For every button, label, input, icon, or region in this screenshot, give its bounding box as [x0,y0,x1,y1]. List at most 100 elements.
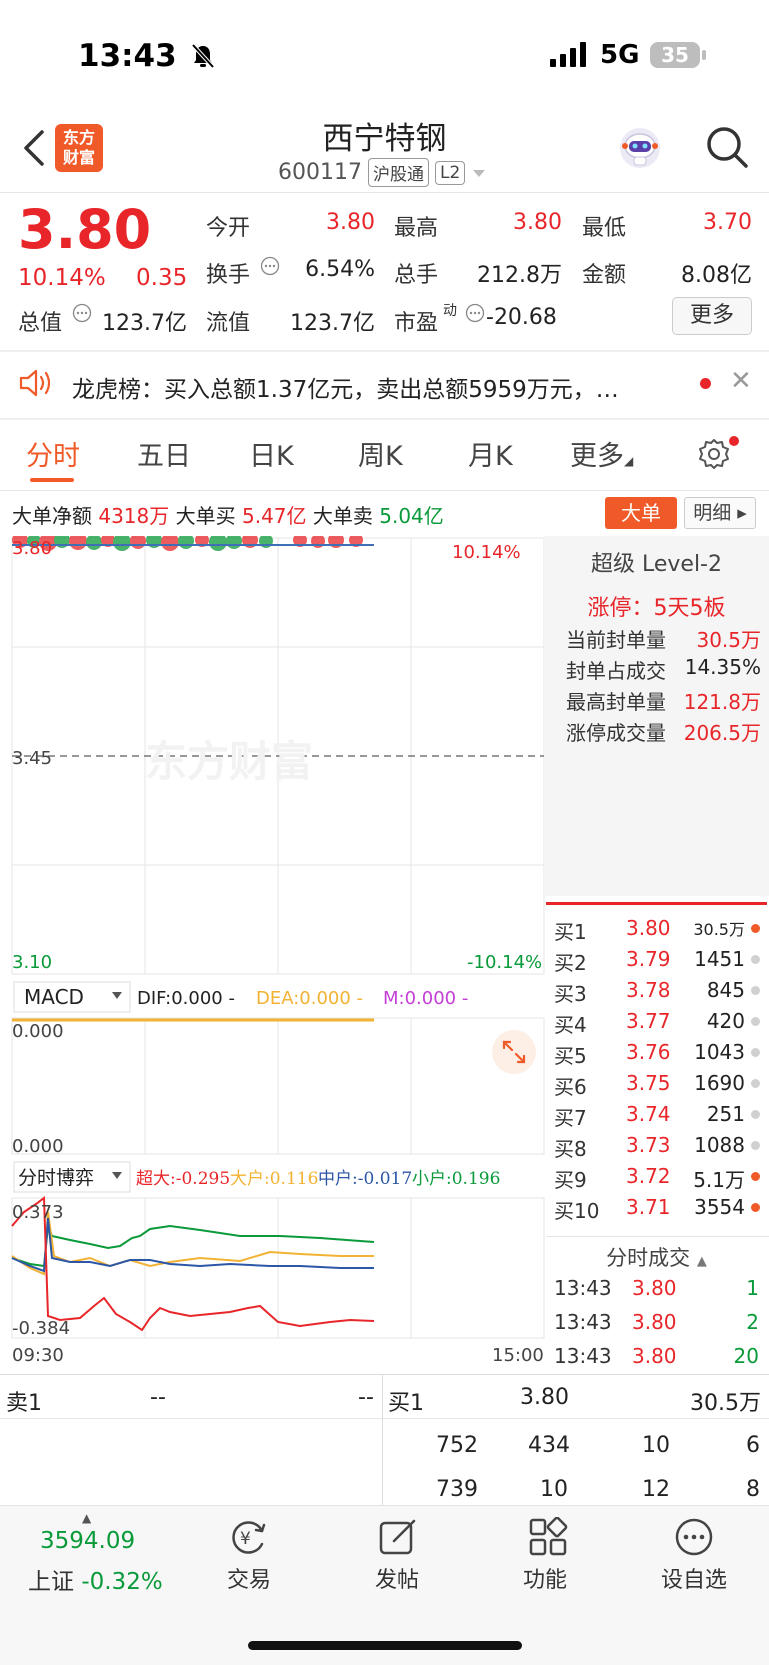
function-grid-icon[interactable] [528,1517,568,1557]
l2-row-label: 涨停成交量 [566,721,666,745]
tab-intraday[interactable]: 分时 [26,434,80,473]
bid-label: 买6 [554,1075,587,1099]
info-dots-icon[interactable] [260,256,280,276]
bid-volume: 1451 [694,947,745,971]
tab-five-day[interactable]: 五日 [137,434,191,473]
big-order-button[interactable]: 大单 [605,497,677,529]
bid-label: 买5 [554,1044,587,1068]
pe-label: 市盈 [394,311,439,336]
volume-label: 总手 [394,263,439,288]
turnover-value: 6.54% [305,257,375,282]
bid-label: 买3 [554,982,587,1006]
bid-price: 3.73 [626,1133,671,1157]
ask1-price: -- [150,1385,166,1410]
queue-order: 6 [746,1433,760,1458]
game-bottom-label: -0.384 [12,1318,70,1339]
order-dot [751,1079,760,1088]
nav-watchlist[interactable]: 设自选 [649,1562,739,1594]
unread-dot [700,378,711,389]
info-dots-icon[interactable] [72,303,92,323]
bid-label: 买9 [554,1168,587,1192]
game-large: 大户:0.116 [230,1169,318,1189]
l2-row-label: 最高封单量 [566,690,666,714]
order-dot [751,1172,760,1181]
queue-order: 8 [746,1477,760,1502]
big-order-summary: 大单净额 4318万 大单买 5.47亿 大单卖 5.04亿 [12,504,444,528]
bid-volume: 1043 [694,1040,745,1064]
silent-bell-icon [191,43,215,69]
bid-price: 3.78 [626,978,671,1002]
order-dot [751,986,760,995]
bid-label: 买8 [554,1137,587,1161]
compose-icon[interactable] [378,1517,418,1557]
trade-time: 13:43 [554,1344,612,1368]
level-tag: L2 [434,160,466,185]
close-icon[interactable]: ✕ [730,366,752,396]
queue-order: 10 [642,1433,670,1458]
trade-price: 3.80 [632,1310,677,1334]
bid-volume: 845 [706,978,745,1002]
level2-title: 超级 Level-2 [590,552,722,577]
nav-function[interactable]: 功能 [500,1562,590,1594]
l2-row-value: 14.35% [684,655,761,679]
index-ticker[interactable]: 上证 -0.32% [28,1562,163,1596]
l2-row-label: 封单占成交 [566,659,666,683]
pct-top-label: 10.14% [452,542,521,563]
bid-price: 3.75 [626,1071,671,1095]
l2-row-value: 206.5万 [683,721,761,745]
nav-trade[interactable]: 交易 [204,1562,294,1594]
index-value[interactable]: 3594.09 [40,1528,135,1554]
time-end-label: 15:00 [492,1345,544,1366]
trade-icon[interactable]: ¥ [228,1517,270,1557]
bid-price: 3.76 [626,1040,671,1064]
tab-monthly-k[interactable]: 月K [468,434,513,473]
bid-label: 买1 [554,920,587,944]
bid-volume: 251 [706,1102,745,1126]
bid1-label: 买1 [388,1391,424,1416]
bid-price: 3.74 [626,1102,671,1126]
tab-daily-k[interactable]: 日K [249,434,294,473]
detail-button[interactable]: 明细 ▸ [684,497,756,529]
bid1-volume: 30.5万 [690,1391,761,1416]
bid-price: 3.80 [626,916,671,940]
game-selector: 分时博弈 [18,1167,94,1189]
amount-value: 8.08亿 [681,263,752,288]
l2-row-value: 30.5万 [696,628,761,652]
price-mid-label: 3.45 [12,748,52,769]
news-ticker[interactable]: 龙虎榜：买入总额1.37亿元，卖出总额5959万元，… [72,370,682,404]
bid-label: 买7 [554,1106,587,1130]
tab-more[interactable]: 更多◢ [570,434,633,473]
assistant-robot-icon[interactable] [616,124,664,172]
macd-dif: DIF:0.000 - [137,988,235,1009]
settings-gear-icon[interactable] [697,437,731,471]
network-type: 5G [600,40,640,70]
order-dot [751,1048,760,1057]
float-value: 123.7亿 [290,311,375,336]
ask1-label: 卖1 [6,1391,42,1416]
change-percent: 10.14% [18,265,106,291]
macd-dea: DEA:0.000 - [256,988,363,1009]
more-dots-icon[interactable] [674,1517,714,1557]
speaker-icon [19,369,51,397]
bid-volume: 1088 [694,1133,745,1157]
search-icon[interactable] [704,124,750,170]
intraday-charts[interactable]: 东方财富 10.14% 3.80 3.45 3.10 -10.14% MACD … [0,536,546,1368]
bid-price: 3.77 [626,1009,671,1033]
status-time: 13:43 [78,38,177,74]
stock-subtitle[interactable]: 600117 沪股通 L2 [278,158,487,187]
bid-label: 买10 [554,1199,600,1223]
bid-price: 3.71 [626,1195,671,1219]
more-quote-button[interactable]: 更多 [672,297,752,335]
caret-up-icon[interactable]: ▲ [82,1511,91,1525]
high-label: 最高 [394,216,439,241]
high-value: 3.80 [513,210,562,235]
nav-post[interactable]: 发帖 [352,1562,442,1594]
game-super: 超大:-0.295 [136,1169,230,1189]
pct-bottom-label: -10.14% [467,952,542,973]
tab-weekly-k[interactable]: 周K [358,434,403,473]
battery-icon: 35 [650,42,700,68]
bid-volume: 5.1万 [693,1168,745,1192]
bid1-price: 3.80 [520,1385,569,1410]
info-dots-icon[interactable] [465,303,485,323]
trades-title[interactable]: 分时成交 ▲ [546,1242,767,1272]
